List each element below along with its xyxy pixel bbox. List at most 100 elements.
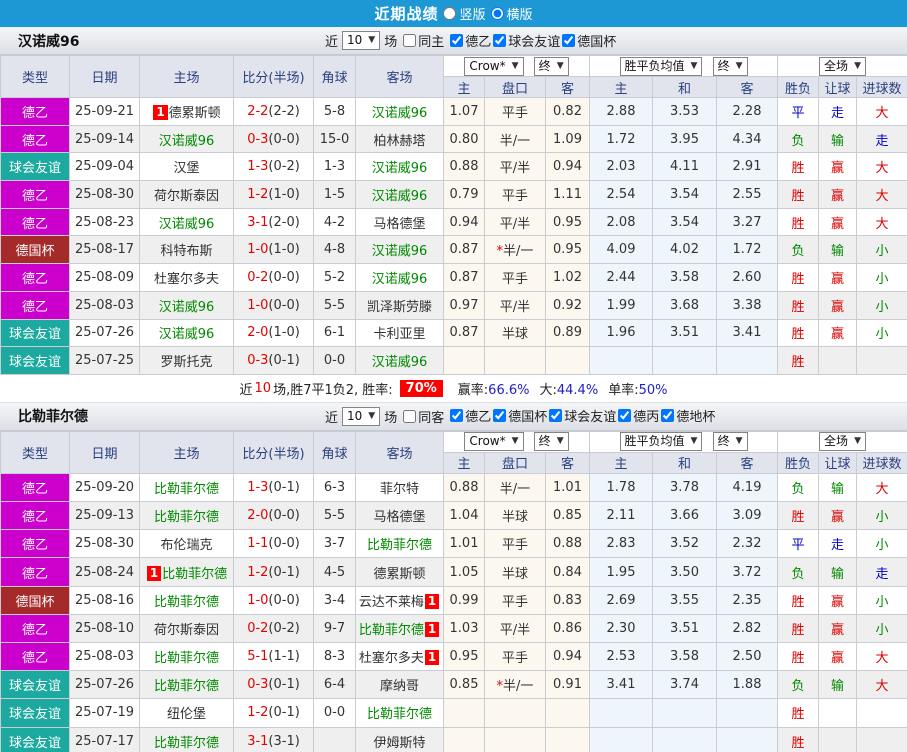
team-name[interactable]: 汉诺威96	[372, 244, 428, 259]
team-name[interactable]: 杜塞尔多夫	[154, 272, 219, 287]
odds-away: 0.94	[544, 152, 591, 182]
league-label: 德国杯	[577, 34, 617, 50]
team-name[interactable]: 比勒菲尔德	[154, 482, 219, 497]
avg-final-select[interactable]: 终 ▼	[712, 432, 748, 452]
team-name[interactable]: 罗斯托克	[160, 355, 212, 370]
odds-handicap: 平/半	[484, 207, 546, 237]
avg-select[interactable]: 胜平负均值 ▼	[619, 56, 703, 76]
league-checkbox[interactable]	[493, 409, 507, 423]
layout-radio-vertical[interactable]: 竖版	[443, 4, 486, 23]
same-venue-filter[interactable]: 同客	[401, 407, 444, 426]
team-name[interactable]: 云达不莱梅	[359, 595, 424, 610]
match-count-select[interactable]: 10 ▼	[342, 406, 381, 426]
team-name[interactable]: 比勒菲尔德	[154, 510, 219, 525]
team-name[interactable]: 汉诺威96	[372, 161, 428, 176]
result-handicap: 赢	[818, 318, 858, 348]
avg-draw: 4.02	[652, 235, 718, 265]
league-filter[interactable]: 德丙	[616, 406, 659, 425]
team-name[interactable]: 汉诺威96	[372, 272, 428, 287]
odds-handicap: *半/一	[484, 670, 546, 700]
team-name[interactable]: 汉诺威96	[159, 134, 215, 149]
away-team-cell: 马格德堡	[355, 207, 444, 237]
vertical-radio-input[interactable]	[443, 7, 457, 20]
team-name[interactable]: 比勒菲尔德	[154, 651, 219, 666]
avg-select[interactable]: 胜平负均值 ▼	[619, 432, 703, 452]
score-cell: 1-0(0-0)	[233, 585, 314, 615]
team-name[interactable]: 马格德堡	[373, 510, 425, 525]
odds-company-select[interactable]: Crow* ▼	[464, 432, 524, 452]
team-name[interactable]: 柏林赫塔	[373, 134, 425, 149]
scope-select[interactable]: 全场 ▼	[819, 432, 866, 452]
competition-type: 德国杯	[0, 585, 70, 615]
league-filter[interactable]: 德乙	[448, 406, 491, 425]
odds-company-select[interactable]: Crow* ▼	[464, 56, 524, 76]
avg-draw: 3.74	[652, 670, 718, 700]
league-checkbox[interactable]	[549, 409, 563, 423]
team-name[interactable]: 汉堡	[173, 161, 199, 176]
team-name[interactable]: 汉诺威96	[372, 355, 428, 370]
competition-type: 德乙	[0, 124, 70, 154]
league-checkbox[interactable]	[493, 33, 507, 47]
team-name[interactable]: 德累斯顿	[373, 567, 425, 582]
odds-final-select[interactable]: 终 ▼	[533, 56, 569, 76]
team-name[interactable]: 伊姆斯特	[373, 736, 425, 751]
result-handicap	[818, 726, 858, 752]
scope-select[interactable]: 全场 ▼	[819, 56, 866, 76]
league-filter[interactable]: 球会友谊	[547, 406, 616, 425]
league-filter[interactable]: 德国杯	[560, 31, 616, 50]
team-name[interactable]: 杜塞尔多夫	[359, 651, 424, 666]
avg-home: 1.95	[589, 557, 654, 587]
halftime-score: (0-0)	[268, 536, 300, 552]
league-filter[interactable]: 德地杯	[659, 406, 715, 425]
same-venue-checkbox[interactable]	[403, 409, 417, 423]
team-name[interactable]: 比勒菲尔德	[359, 623, 424, 638]
team-name[interactable]: 比勒菲尔德	[367, 538, 432, 553]
team-name[interactable]: 比勒菲尔德	[154, 736, 219, 751]
odds-home: 0.87	[443, 235, 485, 265]
team-name[interactable]: 德累斯顿	[169, 106, 221, 121]
same-venue-checkbox[interactable]	[403, 34, 417, 47]
team-name[interactable]: 科特布斯	[160, 244, 212, 259]
odds-home: 0.80	[443, 124, 485, 154]
team-name[interactable]: 荷尔斯泰因	[154, 623, 219, 638]
team-name[interactable]: 汉诺威96	[372, 106, 428, 121]
horizontal-radio-input[interactable]	[490, 7, 504, 20]
match-count-select[interactable]: 10 ▼	[342, 31, 381, 50]
league-checkbox[interactable]	[562, 33, 576, 47]
league-filter[interactable]: 德乙	[448, 31, 491, 50]
league-filter[interactable]: 球会友谊	[491, 31, 560, 50]
odds-home	[443, 698, 485, 728]
team-name[interactable]: 比勒菲尔德	[154, 595, 219, 610]
score-cell: 5-1(1-1)	[233, 641, 314, 672]
team-name[interactable]: 摩纳哥	[380, 679, 419, 694]
odds-final-select[interactable]: 终 ▼	[533, 432, 569, 452]
match-date: 25-09-04	[69, 152, 140, 182]
filter-controls: 近 10 ▼ 场 同客 德乙 德国杯 球会友谊 德丙 德地杯	[325, 403, 715, 430]
team-name[interactable]: 荷尔斯泰因	[154, 189, 219, 204]
games-label: 场	[384, 35, 398, 50]
league-checkbox[interactable]	[618, 409, 632, 423]
layout-radio-horizontal[interactable]: 横版	[490, 4, 533, 23]
team-name[interactable]: 马格德堡	[373, 217, 425, 232]
league-checkbox[interactable]	[450, 409, 464, 423]
team-name[interactable]: 汉诺威96	[159, 217, 215, 232]
league-filter[interactable]: 德国杯	[491, 406, 547, 425]
team-name[interactable]: 汉诺威96	[159, 300, 215, 315]
team-name[interactable]: 汉诺威96	[372, 189, 428, 204]
score-cell: 0-3(0-1)	[233, 670, 314, 700]
team-name[interactable]: 布伦瑞克	[160, 538, 212, 553]
league-checkbox[interactable]	[450, 33, 464, 47]
same-venue-filter[interactable]: 同主	[401, 31, 444, 50]
team-name[interactable]: 纽伦堡	[167, 707, 206, 722]
team-name[interactable]: 卡利亚里	[373, 327, 425, 342]
team-name[interactable]: 比勒菲尔德	[154, 679, 219, 694]
team-name[interactable]: 比勒菲尔德	[367, 707, 432, 722]
team-name[interactable]: 汉诺威96	[159, 327, 215, 342]
team-name[interactable]: 凯泽斯劳滕	[367, 300, 432, 315]
competition-type: 德乙	[0, 529, 70, 559]
team-name[interactable]: 菲尔特	[380, 482, 419, 497]
corners: 8-3	[313, 641, 356, 672]
team-name[interactable]: 比勒菲尔德	[162, 567, 227, 582]
league-checkbox[interactable]	[661, 409, 675, 423]
avg-final-select[interactable]: 终 ▼	[712, 56, 748, 76]
